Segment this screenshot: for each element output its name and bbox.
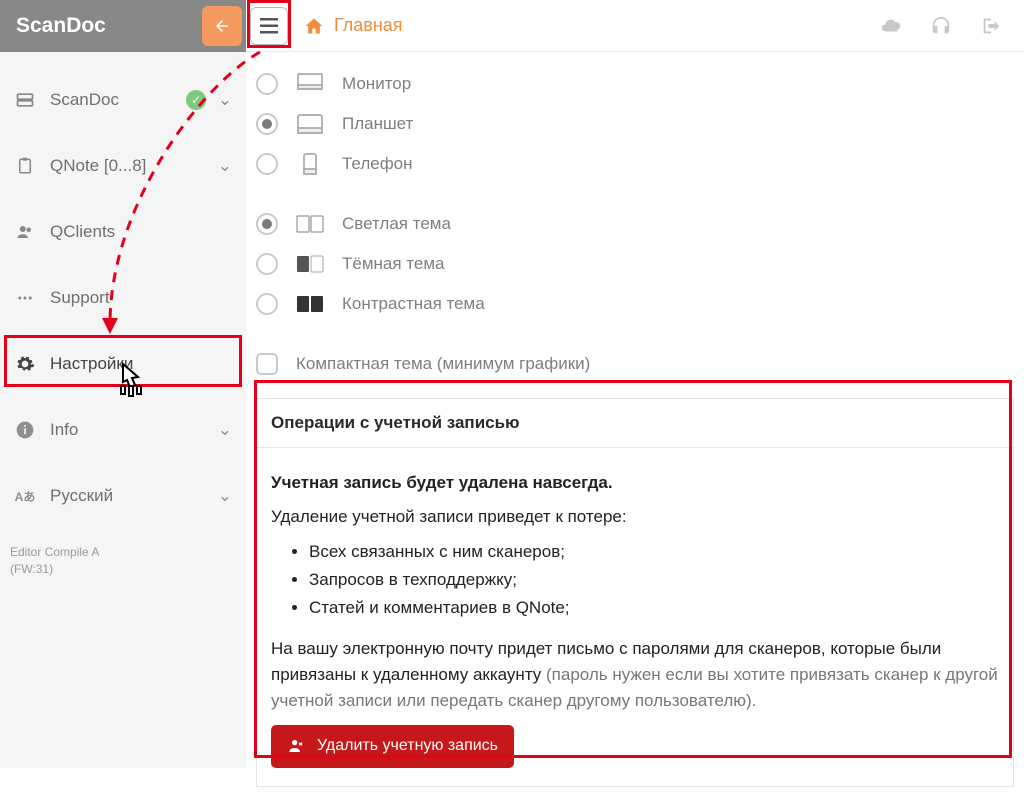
- logout-icon[interactable]: [980, 15, 1002, 37]
- topbar-actions: [880, 15, 1024, 37]
- note-text: На вашу электронную почту придет письмо …: [271, 636, 999, 715]
- editor-line2: (FW:31): [10, 561, 99, 578]
- radio-icon: [256, 253, 278, 275]
- checkbox-label: Компактная тема (минимум графики): [296, 354, 590, 374]
- consequences-list: Всех связанных с ним сканеров; Запросов …: [309, 539, 999, 622]
- sidebar-item-label: Support: [50, 288, 232, 308]
- sidebar-item-support[interactable]: Support: [0, 274, 246, 322]
- user-remove-icon: [287, 738, 305, 754]
- radio-label: Контрастная тема: [342, 294, 485, 314]
- radio-icon: [256, 293, 278, 315]
- brand: ScanDoc: [16, 14, 106, 38]
- theme-compact[interactable]: Компактная тема (минимум графики): [256, 344, 1014, 384]
- radio-label: Монитор: [342, 74, 411, 94]
- sidebar-item-label: QNote [0...8]: [50, 156, 204, 176]
- list-item: Запросов в техподдержку;: [309, 567, 999, 593]
- radio-label: Планшет: [342, 114, 413, 134]
- cloud-download-icon[interactable]: [880, 15, 902, 37]
- headset-icon[interactable]: [930, 15, 952, 37]
- chevron-down-icon: ⌄: [218, 156, 232, 176]
- hamburger-icon: [260, 18, 278, 34]
- tablet-icon: [296, 114, 324, 134]
- sidebar-item-label: QClients: [50, 222, 232, 242]
- sidebar-header: ScanDoc: [0, 0, 246, 52]
- viewmode-monitor[interactable]: Монитор: [256, 64, 1014, 104]
- sidebar-item-label: Настройки: [50, 354, 232, 374]
- radio-label: Тёмная тема: [342, 254, 445, 274]
- theme-contrast[interactable]: Контрастная тема: [256, 284, 1014, 324]
- editor-line1: Editor Compile A: [10, 544, 99, 561]
- support-icon: [14, 289, 36, 307]
- editor-info: Editor Compile A (FW:31): [10, 544, 99, 578]
- account-panel: Операции с учетной записью Учетная запис…: [256, 398, 1014, 787]
- monitor-icon: [296, 73, 324, 95]
- delete-label: Удалить учетную запись: [317, 734, 498, 759]
- breadcrumb[interactable]: Главная: [304, 15, 403, 36]
- sidebar-item-label: Русский: [50, 486, 204, 506]
- sidebar-item-language[interactable]: Aあ Русский ⌄: [0, 472, 246, 520]
- topbar: Главная: [246, 0, 1024, 52]
- sidebar-item-qclients[interactable]: QClients: [0, 208, 246, 256]
- sidebar-item-qnote[interactable]: QNote [0...8] ⌄: [0, 142, 246, 190]
- hamburger-button[interactable]: [250, 7, 288, 45]
- clipboard-icon: [14, 156, 36, 176]
- chevron-down-icon: ⌄: [218, 486, 232, 506]
- theme-light[interactable]: Светлая тема: [256, 204, 1014, 244]
- language-icon: Aあ: [14, 488, 36, 505]
- sidebar-item-info[interactable]: Info ⌄: [0, 406, 246, 454]
- intro-text: Удаление учетной записи приведет к потер…: [271, 504, 999, 530]
- sidebar: ScanDoc ScanDoc ✓ ⌄ QNote [0...8] ⌄ QCli…: [0, 0, 246, 768]
- users-icon: [14, 223, 36, 241]
- chevron-down-icon: ⌄: [218, 420, 232, 440]
- theme-contrast-icon: [296, 295, 324, 313]
- breadcrumb-home: Главная: [334, 15, 403, 36]
- sidebar-item-label: ScanDoc: [50, 90, 204, 110]
- back-button[interactable]: [202, 6, 242, 46]
- main: Главная Монитор Планшет Телефон: [246, 0, 1024, 797]
- delete-account-button[interactable]: Удалить учетную запись: [271, 725, 514, 768]
- radio-icon: [256, 73, 278, 95]
- arrow-left-icon: [213, 17, 231, 35]
- settings-content: Монитор Планшет Телефон Светлая тема Тём…: [246, 52, 1024, 797]
- radio-label: Светлая тема: [342, 214, 451, 234]
- gear-icon: [14, 354, 36, 374]
- radio-icon: [256, 153, 278, 175]
- radio-icon: [256, 113, 278, 135]
- list-item: Всех связанных с ним сканеров;: [309, 539, 999, 565]
- lead-text: Учетная запись будет удалена навсегда.: [271, 470, 999, 496]
- theme-dark-icon: [296, 255, 324, 273]
- phone-icon: [296, 153, 324, 175]
- theme-dark[interactable]: Тёмная тема: [256, 244, 1014, 284]
- sidebar-item-scandoc[interactable]: ScanDoc ✓ ⌄: [0, 76, 246, 124]
- list-item: Статей и комментариев в QNote;: [309, 595, 999, 621]
- drive-icon: [14, 90, 36, 110]
- viewmode-tablet[interactable]: Планшет: [256, 104, 1014, 144]
- panel-body: Учетная запись будет удалена навсегда. У…: [257, 448, 1013, 786]
- check-badge-icon: ✓: [186, 90, 206, 110]
- viewmode-phone[interactable]: Телефон: [256, 144, 1014, 184]
- checkbox-icon: [256, 353, 278, 375]
- chevron-down-icon: ⌄: [218, 90, 232, 110]
- info-icon: [14, 420, 36, 440]
- panel-title: Операции с учетной записью: [257, 399, 1013, 448]
- sidebar-item-label: Info: [50, 420, 204, 440]
- radio-label: Телефон: [342, 154, 413, 174]
- home-icon: [304, 16, 324, 36]
- sidebar-item-settings[interactable]: Настройки: [0, 340, 246, 388]
- radio-icon: [256, 213, 278, 235]
- theme-light-icon: [296, 215, 324, 233]
